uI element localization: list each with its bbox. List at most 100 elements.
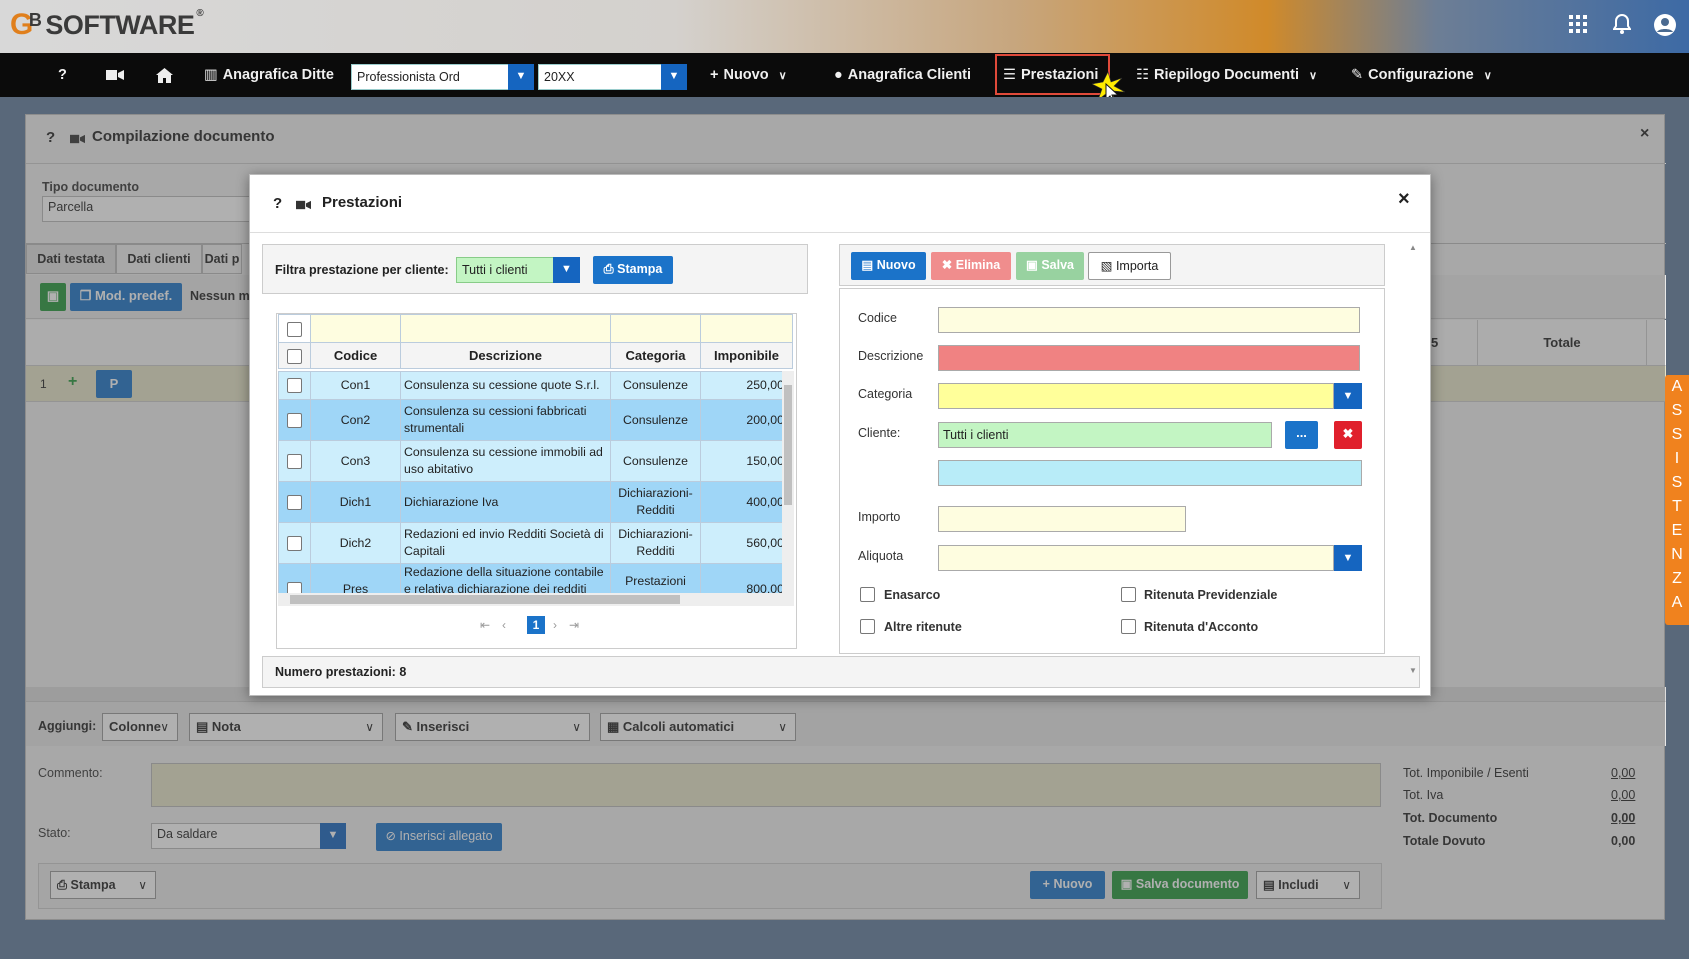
filter-panel: Filtra prestazione per cliente: Tutti i … — [262, 244, 808, 294]
row-checkbox[interactable] — [287, 535, 302, 551]
categoria-select[interactable] — [938, 383, 1334, 409]
col-imponibile-header[interactable]: Imponibile — [700, 342, 793, 369]
assistenza-tab[interactable]: ASSISTENZA — [1665, 375, 1689, 625]
user-icon[interactable] — [1652, 14, 1678, 41]
configurazione-nav[interactable]: ✎ Configurazione ∨ — [1351, 53, 1492, 97]
table-row[interactable]: Con1 Consulenza su cessione quote S.r.l.… — [278, 371, 792, 400]
nuovo-nav[interactable]: + Nuovo ∨ — [710, 53, 787, 97]
ritenuta-previdenziale-label: Ritenuta Previdenziale — [1144, 588, 1278, 602]
vertical-scrollbar[interactable] — [782, 371, 794, 593]
aliquota-select[interactable] — [938, 545, 1334, 571]
bell-icon[interactable] — [1609, 13, 1635, 39]
chevron-down-icon: ∨ — [1483, 70, 1492, 82]
import-icon: ▧ — [1100, 259, 1116, 273]
filter-codice[interactable] — [310, 314, 401, 343]
list-bullets-icon: ☷ — [1136, 67, 1149, 83]
form-nuovo-button[interactable]: ▤ Nuovo — [851, 252, 926, 280]
anagrafica-ditte-nav[interactable]: ▥ Anagrafica Ditte — [204, 53, 334, 97]
stampa-button[interactable]: ⎙ Stampa — [593, 256, 673, 284]
profile-select[interactable]: Professionista Ord ▼ — [351, 64, 534, 90]
video-icon — [296, 198, 311, 213]
video-icon[interactable] — [106, 53, 124, 97]
cell-descrizione: Consulenza su cessioni fabbricati strume… — [400, 399, 611, 441]
form-elimina-button[interactable]: ✖ Elimina — [931, 252, 1011, 280]
help-nav-button[interactable]: ? — [58, 53, 67, 97]
table-row[interactable]: Con3 Consulenza su cessione immobili ad … — [278, 440, 792, 482]
row-checkbox[interactable] — [287, 582, 302, 593]
prestazioni-count: Numero prestazioni: 8 — [275, 665, 407, 679]
grid-horizontal-scrollbar[interactable] — [278, 593, 794, 606]
chevron-down-icon[interactable]: ▼ — [661, 64, 687, 90]
home-icon[interactable] — [156, 53, 173, 97]
importo-input[interactable] — [938, 506, 1186, 532]
cell-codice: Con2 — [310, 399, 401, 441]
modal-scrollbar[interactable]: ▲ ▼ — [1406, 243, 1420, 675]
row-checkbox[interactable] — [287, 412, 302, 428]
select-all-checkbox[interactable] — [287, 348, 302, 364]
riepilogo-documenti-nav[interactable]: ☷ Riepilogo Documenti ∨ — [1136, 53, 1317, 97]
main-navbar: ? ▥ Anagrafica Ditte Professionista Ord ▼ … — [0, 53, 1689, 97]
pager-first-prev[interactable]: ⇤‹ — [480, 618, 518, 632]
cell-categoria: Prestazioni contabili — [610, 563, 701, 593]
cliente-search-button[interactable]: ... — [1285, 421, 1318, 449]
cell-categoria: Consulenze — [610, 440, 701, 482]
chevron-down-icon[interactable]: ▼ — [508, 64, 534, 90]
cell-categoria: Dichiarazioni-Redditi — [610, 481, 701, 523]
cell-imponibile: 150,00 — [700, 440, 792, 482]
cliente-detail-textarea[interactable] — [938, 460, 1362, 486]
anagrafica-clienti-nav[interactable]: ● Anagrafica Clienti — [834, 53, 971, 97]
filter-descrizione[interactable] — [400, 314, 611, 343]
importo-label: Importo — [858, 510, 901, 524]
col-categoria-header[interactable]: Categoria — [610, 342, 701, 369]
cell-codice: Pres — [310, 563, 401, 593]
printer-icon: ⎙ — [603, 262, 618, 276]
row-checkbox[interactable] — [287, 453, 302, 469]
ritenuta-acconto-checkbox[interactable] — [1121, 619, 1136, 634]
filter-client-select[interactable]: Tutti i clienti ▼ — [456, 257, 580, 283]
chevron-down-icon[interactable]: ▼ — [1334, 545, 1362, 571]
codice-input[interactable] — [938, 307, 1360, 333]
col-descrizione-header[interactable]: Descrizione — [400, 342, 611, 369]
modal-close-icon[interactable]: × — [1398, 188, 1410, 211]
cell-categoria: Dichiarazioni-Redditi — [610, 522, 701, 564]
cell-imponibile: 400,00 — [700, 481, 792, 523]
modal-help[interactable]: ? — [273, 195, 282, 212]
filter-categoria[interactable] — [610, 314, 701, 343]
row-checkbox[interactable] — [287, 494, 302, 510]
cell-codice: Dich2 — [310, 522, 401, 564]
grid-icon[interactable] — [1565, 14, 1591, 38]
top-banner: GB SOFTWARE ® — [0, 0, 1689, 53]
filter-row-checkbox[interactable] — [287, 321, 302, 337]
grid-body: Con1 Consulenza su cessione quote S.r.l.… — [278, 371, 792, 593]
altre-ritenute-checkbox[interactable] — [860, 619, 875, 634]
enasarco-label: Enasarco — [884, 588, 941, 602]
pager-next-last[interactable]: ›⇥ — [553, 618, 591, 632]
table-row[interactable]: Dich1 Dichiarazione Iva Dichiarazioni-Re… — [278, 481, 792, 523]
table-row[interactable]: Dich2 Redazioni ed invio Redditi Società… — [278, 522, 792, 564]
col-codice-header[interactable]: Codice — [310, 342, 401, 369]
ritenuta-previdenziale-checkbox[interactable] — [1121, 587, 1136, 602]
table-row[interactable]: Con2 Consulenza su cessioni fabbricati s… — [278, 399, 792, 441]
year-select[interactable]: 20XX ▼ — [538, 64, 687, 90]
cliente-input[interactable]: Tutti i clienti — [938, 422, 1272, 448]
edit-icon: ✎ — [1351, 67, 1364, 83]
form-importa-button[interactable]: ▧ Importa — [1088, 252, 1171, 280]
x-icon: ✖ — [941, 258, 956, 272]
row-checkbox[interactable] — [287, 378, 302, 394]
form-salva-button[interactable]: ▣ Salva — [1016, 252, 1084, 280]
filter-imponibile[interactable] — [700, 314, 793, 343]
modal-title: Prestazioni — [322, 194, 403, 211]
cliente-clear-icon[interactable]: ✖ — [1334, 421, 1362, 449]
file-icon: ▤ — [861, 258, 877, 272]
enasarco-checkbox[interactable] — [860, 587, 875, 602]
cell-descrizione: Dichiarazione Iva — [400, 481, 611, 523]
chevron-down-icon[interactable]: ▼ — [1334, 383, 1362, 409]
chevron-down-icon[interactable]: ▼ — [553, 257, 580, 283]
table-row[interactable]: Pres Redazione della situazione contabil… — [278, 563, 792, 593]
descrizione-input[interactable] — [938, 345, 1360, 371]
filter-label: Filtra prestazione per cliente: — [275, 263, 449, 277]
pager-current-page[interactable]: 1 — [527, 616, 545, 634]
cell-imponibile: 250,00 — [700, 371, 792, 400]
gb-software-logo: GB SOFTWARE ® — [10, 8, 204, 41]
prestazione-form: Codice Descrizione Categoria ▼ Cliente: … — [839, 288, 1385, 654]
